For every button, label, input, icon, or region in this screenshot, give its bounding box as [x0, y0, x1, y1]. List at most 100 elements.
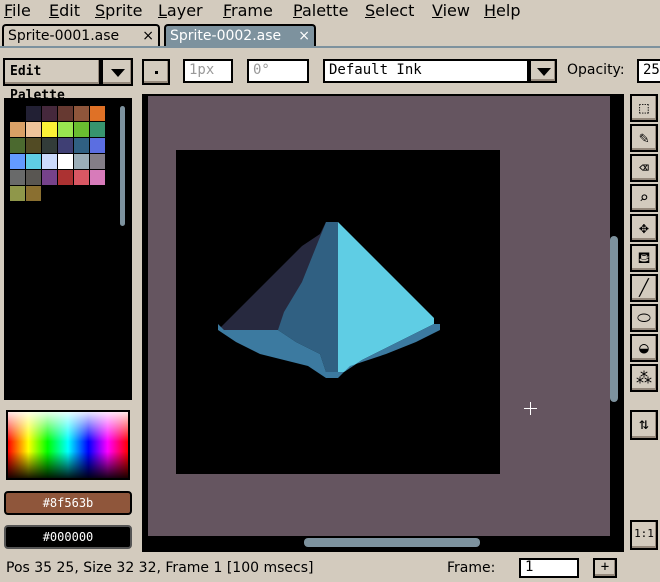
palette-swatch[interactable] — [10, 154, 25, 169]
palette-swatch[interactable] — [42, 122, 57, 137]
pyramid-artwork — [218, 222, 440, 378]
status-bar: Pos 35 25, Size 32 32, Frame 1 [100 msec… — [0, 556, 660, 582]
menu-layer[interactable]: Layer — [158, 0, 203, 22]
ink-type-select[interactable]: Default Ink — [323, 59, 529, 83]
zoom-icon: ⌕ — [639, 188, 649, 207]
palette-swatch[interactable] — [26, 122, 41, 137]
palette-swatch[interactable] — [74, 106, 89, 121]
chevron-down-icon — [537, 68, 551, 76]
tool-pencil-button[interactable]: ✎ — [630, 124, 658, 152]
tool-line-button[interactable]: ╱ — [630, 274, 658, 302]
frame-label: Frame: — [447, 560, 496, 576]
rectangular-marquee-icon: ⬚ — [639, 98, 649, 117]
palette-swatch[interactable] — [58, 138, 73, 153]
palette-swatch[interactable] — [26, 186, 41, 201]
frame-field[interactable]: 1 — [519, 558, 579, 578]
opacity-label: Opacity: — [567, 62, 625, 78]
palette-swatch[interactable] — [58, 106, 73, 121]
menu-sprite[interactable]: Sprite — [95, 0, 142, 22]
palette-swatch[interactable] — [42, 138, 57, 153]
tool-paint-bucket-button[interactable]: ⛾ — [630, 244, 658, 272]
palette-swatch[interactable] — [90, 122, 105, 137]
tab-label: Sprite-0001.ase — [8, 28, 120, 44]
palette-swatch[interactable] — [74, 170, 89, 185]
menu-view[interactable]: View — [432, 0, 470, 22]
palette-swatch[interactable] — [26, 154, 41, 169]
close-icon[interactable]: × — [298, 26, 310, 46]
menu-file[interactable]: File — [4, 0, 31, 22]
palette-swatches — [10, 106, 110, 206]
tool-contour-button[interactable]: ◒ — [630, 334, 658, 362]
color-spectrum-picker[interactable] — [6, 410, 130, 480]
palette-options-dropdown[interactable] — [101, 58, 133, 86]
palette-swatch[interactable] — [58, 154, 73, 169]
palette-swatch[interactable] — [74, 154, 89, 169]
zoom-1-1-button[interactable]: 1:1 — [630, 520, 658, 550]
move-icon: ✥ — [639, 218, 649, 237]
menu-palette[interactable]: Palette — [293, 0, 348, 22]
ink-dropdown-button[interactable] — [529, 59, 557, 83]
palette-swatch[interactable] — [58, 122, 73, 137]
tab-sprite-0002[interactable]: Sprite-0002.ase × — [164, 24, 316, 46]
tool-zoom-button[interactable]: ⌕ — [630, 184, 658, 212]
menu-bar: File Edit Sprite Layer Frame Palette Sel… — [0, 0, 660, 22]
palette-swatch[interactable] — [90, 170, 105, 185]
spray-icon: ⁂ — [636, 368, 652, 387]
tool-ellipse-button[interactable]: ⬭ — [630, 304, 658, 332]
palette-swatch[interactable] — [10, 170, 25, 185]
opacity-field[interactable]: 25 — [637, 59, 660, 83]
eraser-icon: ⌫ — [639, 158, 649, 177]
brush-type-button[interactable] — [142, 59, 170, 85]
menu-help[interactable]: Help — [484, 0, 520, 22]
palette-panel — [4, 98, 132, 400]
palette-swatch[interactable] — [42, 170, 57, 185]
palette-swatch[interactable] — [10, 122, 25, 137]
close-icon[interactable]: × — [142, 26, 154, 46]
palette-swatch[interactable] — [26, 138, 41, 153]
palette-swatch[interactable] — [26, 106, 41, 121]
tab-label: Sprite-0002.ase — [170, 28, 282, 44]
crosshair-cursor-icon — [524, 402, 537, 415]
palette-swatch[interactable] — [10, 186, 25, 201]
background-color-button[interactable]: #000000 — [4, 525, 132, 549]
add-frame-button[interactable]: + — [593, 558, 617, 578]
tab-bar: Sprite-0001.ase × Sprite-0002.ase × — [0, 22, 660, 48]
brush-dot-icon — [155, 71, 158, 74]
palette-swatch[interactable] — [42, 106, 57, 121]
line-icon: ╱ — [639, 278, 649, 297]
palette-swatch[interactable] — [74, 122, 89, 137]
palette-swatch[interactable] — [90, 154, 105, 169]
tab-sprite-0001[interactable]: Sprite-0001.ase × — [2, 24, 160, 46]
ellipse-icon: ⬭ — [637, 308, 651, 327]
status-text: Pos 35 25, Size 32 32, Frame 1 [100 msec… — [6, 560, 314, 576]
pencil-icon: ✎ — [639, 128, 649, 147]
tool-options-button[interactable]: ⇅ — [630, 410, 658, 440]
chevron-down-icon — [111, 69, 125, 77]
brush-size-field[interactable]: 1px — [183, 59, 233, 83]
palette-swatch[interactable] — [42, 154, 57, 169]
palette-scrollbar[interactable] — [120, 106, 125, 226]
menu-edit[interactable]: Edit — [49, 0, 80, 22]
foreground-color-button[interactable]: #8f563b — [4, 491, 132, 515]
palette-swatch[interactable] — [10, 106, 25, 121]
tool-eraser-button[interactable]: ⌫ — [630, 154, 658, 182]
palette-swatch[interactable] — [58, 170, 73, 185]
palette-swatch[interactable] — [90, 138, 105, 153]
palette-swatch[interactable] — [10, 138, 25, 153]
edit-palette-button[interactable]: Edit Palette — [3, 58, 101, 103]
paint-bucket-icon: ⛾ — [637, 248, 651, 267]
context-toolbar: Edit Palette 1px 0° Default Ink Opacity:… — [0, 50, 660, 103]
menu-frame[interactable]: Frame — [223, 0, 273, 22]
contour-icon: ◒ — [639, 338, 649, 357]
tool-spray-button[interactable]: ⁂ — [630, 364, 658, 392]
palette-swatch[interactable] — [90, 106, 105, 121]
palette-swatch[interactable] — [74, 138, 89, 153]
vertical-scrollbar[interactable] — [610, 236, 618, 402]
menu-select[interactable]: Select — [365, 0, 414, 22]
brush-angle-field[interactable]: 0° — [247, 59, 309, 83]
tool-move-button[interactable]: ✥ — [630, 214, 658, 242]
horizontal-scrollbar[interactable] — [304, 538, 480, 547]
palette-swatch[interactable] — [26, 170, 41, 185]
sprite-canvas[interactable] — [176, 150, 500, 474]
tool-rectangular-marquee-button[interactable]: ⬚ — [630, 94, 658, 122]
